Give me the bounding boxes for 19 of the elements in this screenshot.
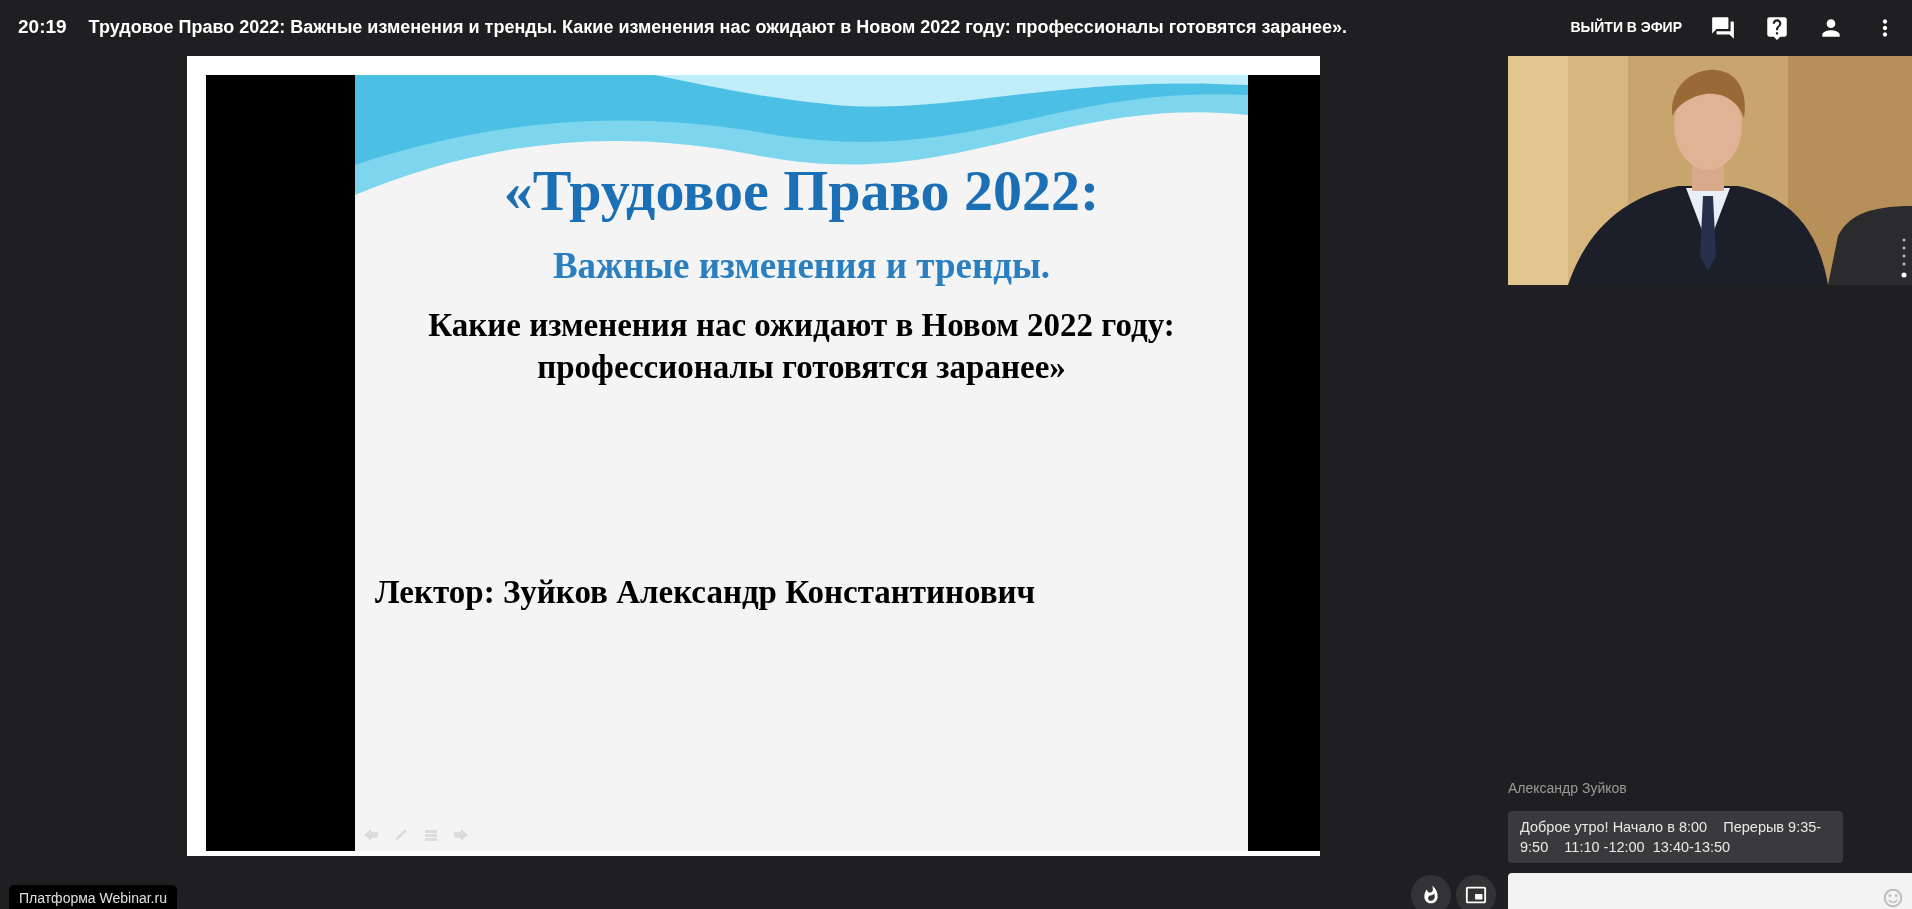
help-icon[interactable] [1764,14,1790,41]
flame-icon [1421,885,1441,905]
clock-time: 20:19 [18,15,67,40]
chat-message: Доброе утро! Начало в 8:00 Перерыв 9:35-9:50 11:10 -12:00 13:40-13:50 [1508,811,1843,863]
platform-badge: Платформа Webinar.ru [9,885,177,909]
slide-title: «Трудовое Право 2022: [503,157,1100,225]
picture-in-picture-icon [1465,884,1487,906]
slide-text-line: профессионалы готовятся заранее» [537,347,1066,387]
go-live-button[interactable]: ВЫЙТИ В ЭФИР [1570,17,1682,38]
reaction-button[interactable] [1411,875,1451,909]
message-author: Александр Зуйков [1508,779,1627,798]
webinar-title: Трудовое Право 2022: Важные изменения и тренды. Какие изменения нас ожидают в Новом 2022 году: профессионалы готовятся заранее». [88,16,1348,39]
picture-in-picture-button[interactable] [1456,875,1496,909]
slide-text-line: Какие изменения нас ожидают в Новом 2022 году: [428,305,1175,345]
pagination-dots-icon[interactable] [1900,236,1908,280]
chat-icon[interactable] [1710,14,1736,41]
lecturer-text: Лектор: Зуйков Александр Константинович [375,572,1036,612]
message-input-field[interactable] [1508,873,1912,909]
slide-subtitle: Важные изменения и тренды. [552,244,1051,288]
